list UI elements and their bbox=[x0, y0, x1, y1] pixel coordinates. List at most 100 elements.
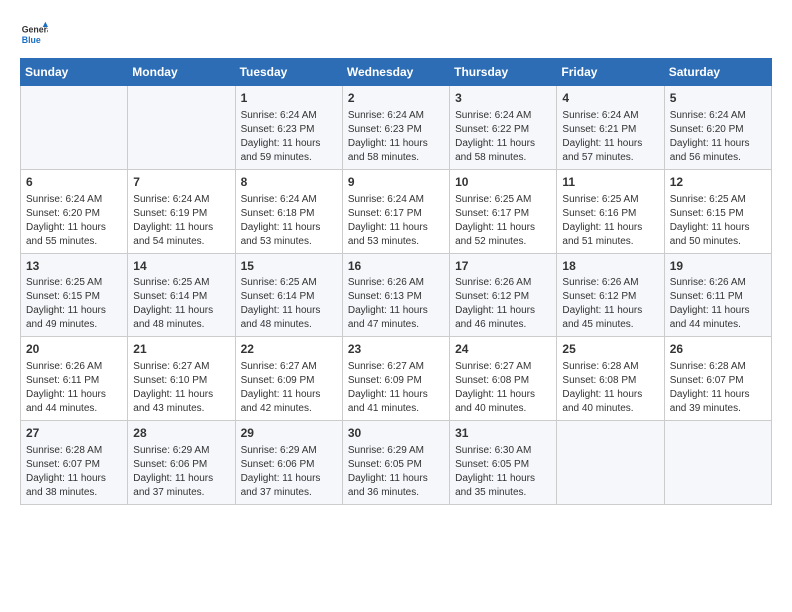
header-saturday: Saturday bbox=[664, 59, 771, 86]
day-info: Sunrise: 6:25 AM Sunset: 6:16 PM Dayligh… bbox=[562, 193, 658, 249]
logo: General Blue bbox=[20, 20, 52, 48]
day-number: 19 bbox=[670, 258, 766, 275]
day-info: Sunrise: 6:24 AM Sunset: 6:21 PM Dayligh… bbox=[562, 109, 658, 165]
day-number: 22 bbox=[241, 341, 337, 358]
day-info: Sunrise: 6:24 AM Sunset: 6:19 PM Dayligh… bbox=[133, 193, 229, 249]
day-number: 11 bbox=[562, 174, 658, 191]
day-number: 17 bbox=[455, 258, 551, 275]
day-info: Sunrise: 6:25 AM Sunset: 6:15 PM Dayligh… bbox=[26, 276, 122, 332]
calendar-cell bbox=[21, 86, 128, 170]
day-info: Sunrise: 6:24 AM Sunset: 6:18 PM Dayligh… bbox=[241, 193, 337, 249]
day-number: 23 bbox=[348, 341, 444, 358]
day-number: 4 bbox=[562, 90, 658, 107]
day-number: 1 bbox=[241, 90, 337, 107]
calendar-cell: 19Sunrise: 6:26 AM Sunset: 6:11 PM Dayli… bbox=[664, 253, 771, 337]
header-wednesday: Wednesday bbox=[342, 59, 449, 86]
day-info: Sunrise: 6:25 AM Sunset: 6:14 PM Dayligh… bbox=[133, 276, 229, 332]
calendar-cell: 20 Sunrise: 6:26 AM Sunset: 6:11 PM Dayli… bbox=[21, 337, 128, 421]
calendar-cell: 22Sunrise: 6:27 AM Sunset: 6:09 PM Dayli… bbox=[235, 337, 342, 421]
header-monday: Monday bbox=[128, 59, 235, 86]
calendar-cell: 23 Sunrise: 6:27 AM Sunset: 6:09 PM Dayli… bbox=[342, 337, 449, 421]
day-info: Sunrise: 6:28 AM Sunset: 6:07 PM Dayligh… bbox=[670, 360, 766, 416]
day-number: 10 bbox=[455, 174, 551, 191]
day-info: Sunrise: 6:26 AM Sunset: 6:13 PM Dayligh… bbox=[348, 276, 444, 332]
calendar-cell: 17Sunrise: 6:26 AM Sunset: 6:12 PM Dayli… bbox=[450, 253, 557, 337]
calendar-week-row: 1 Sunrise: 6:24 AM Sunset: 6:23 PM Daylig… bbox=[21, 86, 772, 170]
day-info: Sunrise: 6:24 AM Sunset: 6:23 PM Dayligh… bbox=[241, 109, 337, 165]
calendar-cell: 12 Sunrise: 6:25 AM Sunset: 6:15 PM Dayli… bbox=[664, 169, 771, 253]
day-number: 18 bbox=[562, 258, 658, 275]
calendar-cell: 9 Sunrise: 6:24 AM Sunset: 6:17 PM Daylig… bbox=[342, 169, 449, 253]
logo-icon: General Blue bbox=[20, 20, 48, 48]
day-info: Sunrise: 6:26 AM Sunset: 6:12 PM Dayligh… bbox=[455, 276, 551, 332]
day-number: 20 bbox=[26, 341, 122, 358]
day-number: 6 bbox=[26, 174, 122, 191]
day-number: 29 bbox=[241, 425, 337, 442]
calendar-cell: 10 Sunrise: 6:25 AM Sunset: 6:17 PM Dayli… bbox=[450, 169, 557, 253]
day-number: 9 bbox=[348, 174, 444, 191]
day-info: Sunrise: 6:25 AM Sunset: 6:14 PM Dayligh… bbox=[241, 276, 337, 332]
day-info: Sunrise: 6:26 AM Sunset: 6:11 PM Dayligh… bbox=[26, 360, 122, 416]
day-number: 8 bbox=[241, 174, 337, 191]
day-info: Sunrise: 6:27 AM Sunset: 6:09 PM Dayligh… bbox=[348, 360, 444, 416]
calendar-cell: 25 Sunrise: 6:28 AM Sunset: 6:08 PM Dayli… bbox=[557, 337, 664, 421]
calendar-cell: 28 Sunrise: 6:29 AM Sunset: 6:06 PM Dayli… bbox=[128, 421, 235, 505]
day-info: Sunrise: 6:25 AM Sunset: 6:15 PM Dayligh… bbox=[670, 193, 766, 249]
calendar-cell: 1 Sunrise: 6:24 AM Sunset: 6:23 PM Daylig… bbox=[235, 86, 342, 170]
calendar-cell: 16Sunrise: 6:26 AM Sunset: 6:13 PM Dayli… bbox=[342, 253, 449, 337]
calendar-cell: 11 Sunrise: 6:25 AM Sunset: 6:16 PM Dayli… bbox=[557, 169, 664, 253]
calendar-cell bbox=[664, 421, 771, 505]
calendar-week-row: 13Sunrise: 6:25 AM Sunset: 6:15 PM Dayli… bbox=[21, 253, 772, 337]
day-info: Sunrise: 6:26 AM Sunset: 6:12 PM Dayligh… bbox=[562, 276, 658, 332]
day-number: 12 bbox=[670, 174, 766, 191]
calendar-cell: 5 Sunrise: 6:24 AM Sunset: 6:20 PM Daylig… bbox=[664, 86, 771, 170]
day-info: Sunrise: 6:24 AM Sunset: 6:17 PM Dayligh… bbox=[348, 193, 444, 249]
calendar-week-row: 6 Sunrise: 6:24 AM Sunset: 6:20 PM Daylig… bbox=[21, 169, 772, 253]
day-number: 14 bbox=[133, 258, 229, 275]
calendar-cell: 24Sunrise: 6:27 AM Sunset: 6:08 PM Dayli… bbox=[450, 337, 557, 421]
calendar-cell bbox=[557, 421, 664, 505]
calendar-cell: 3Sunrise: 6:24 AM Sunset: 6:22 PM Daylig… bbox=[450, 86, 557, 170]
header-friday: Friday bbox=[557, 59, 664, 86]
day-number: 2 bbox=[348, 90, 444, 107]
header-sunday: Sunday bbox=[21, 59, 128, 86]
day-info: Sunrise: 6:28 AM Sunset: 6:08 PM Dayligh… bbox=[562, 360, 658, 416]
day-number: 31 bbox=[455, 425, 551, 442]
calendar-cell: 8 Sunrise: 6:24 AM Sunset: 6:18 PM Daylig… bbox=[235, 169, 342, 253]
day-info: Sunrise: 6:26 AM Sunset: 6:11 PM Dayligh… bbox=[670, 276, 766, 332]
day-number: 25 bbox=[562, 341, 658, 358]
calendar-cell: 4 Sunrise: 6:24 AM Sunset: 6:21 PM Daylig… bbox=[557, 86, 664, 170]
day-number: 30 bbox=[348, 425, 444, 442]
day-number: 7 bbox=[133, 174, 229, 191]
day-info: Sunrise: 6:29 AM Sunset: 6:06 PM Dayligh… bbox=[241, 444, 337, 500]
day-number: 13 bbox=[26, 258, 122, 275]
day-number: 21 bbox=[133, 341, 229, 358]
day-info: Sunrise: 6:24 AM Sunset: 6:22 PM Dayligh… bbox=[455, 109, 551, 165]
day-info: Sunrise: 6:28 AM Sunset: 6:07 PM Dayligh… bbox=[26, 444, 122, 500]
calendar-cell: 2 Sunrise: 6:24 AM Sunset: 6:23 PM Daylig… bbox=[342, 86, 449, 170]
calendar-table: SundayMondayTuesdayWednesdayThursdayFrid… bbox=[20, 58, 772, 505]
day-number: 28 bbox=[133, 425, 229, 442]
calendar-cell: 6 Sunrise: 6:24 AM Sunset: 6:20 PM Daylig… bbox=[21, 169, 128, 253]
calendar-cell: 21 Sunrise: 6:27 AM Sunset: 6:10 PM Dayli… bbox=[128, 337, 235, 421]
day-info: Sunrise: 6:24 AM Sunset: 6:20 PM Dayligh… bbox=[26, 193, 122, 249]
day-info: Sunrise: 6:24 AM Sunset: 6:20 PM Dayligh… bbox=[670, 109, 766, 165]
day-info: Sunrise: 6:25 AM Sunset: 6:17 PM Dayligh… bbox=[455, 193, 551, 249]
calendar-cell bbox=[128, 86, 235, 170]
calendar-cell: 27 Sunrise: 6:28 AM Sunset: 6:07 PM Dayli… bbox=[21, 421, 128, 505]
header-thursday: Thursday bbox=[450, 59, 557, 86]
day-number: 15 bbox=[241, 258, 337, 275]
calendar-week-row: 20 Sunrise: 6:26 AM Sunset: 6:11 PM Dayli… bbox=[21, 337, 772, 421]
day-info: Sunrise: 6:27 AM Sunset: 6:10 PM Dayligh… bbox=[133, 360, 229, 416]
day-info: Sunrise: 6:24 AM Sunset: 6:23 PM Dayligh… bbox=[348, 109, 444, 165]
header-tuesday: Tuesday bbox=[235, 59, 342, 86]
calendar-cell: 18Sunrise: 6:26 AM Sunset: 6:12 PM Dayli… bbox=[557, 253, 664, 337]
svg-text:Blue: Blue bbox=[22, 35, 41, 45]
calendar-cell: 26Sunrise: 6:28 AM Sunset: 6:07 PM Dayli… bbox=[664, 337, 771, 421]
day-info: Sunrise: 6:29 AM Sunset: 6:05 PM Dayligh… bbox=[348, 444, 444, 500]
day-info: Sunrise: 6:30 AM Sunset: 6:05 PM Dayligh… bbox=[455, 444, 551, 500]
calendar-cell: 29 Sunrise: 6:29 AM Sunset: 6:06 PM Dayli… bbox=[235, 421, 342, 505]
day-info: Sunrise: 6:29 AM Sunset: 6:06 PM Dayligh… bbox=[133, 444, 229, 500]
day-number: 27 bbox=[26, 425, 122, 442]
day-number: 5 bbox=[670, 90, 766, 107]
